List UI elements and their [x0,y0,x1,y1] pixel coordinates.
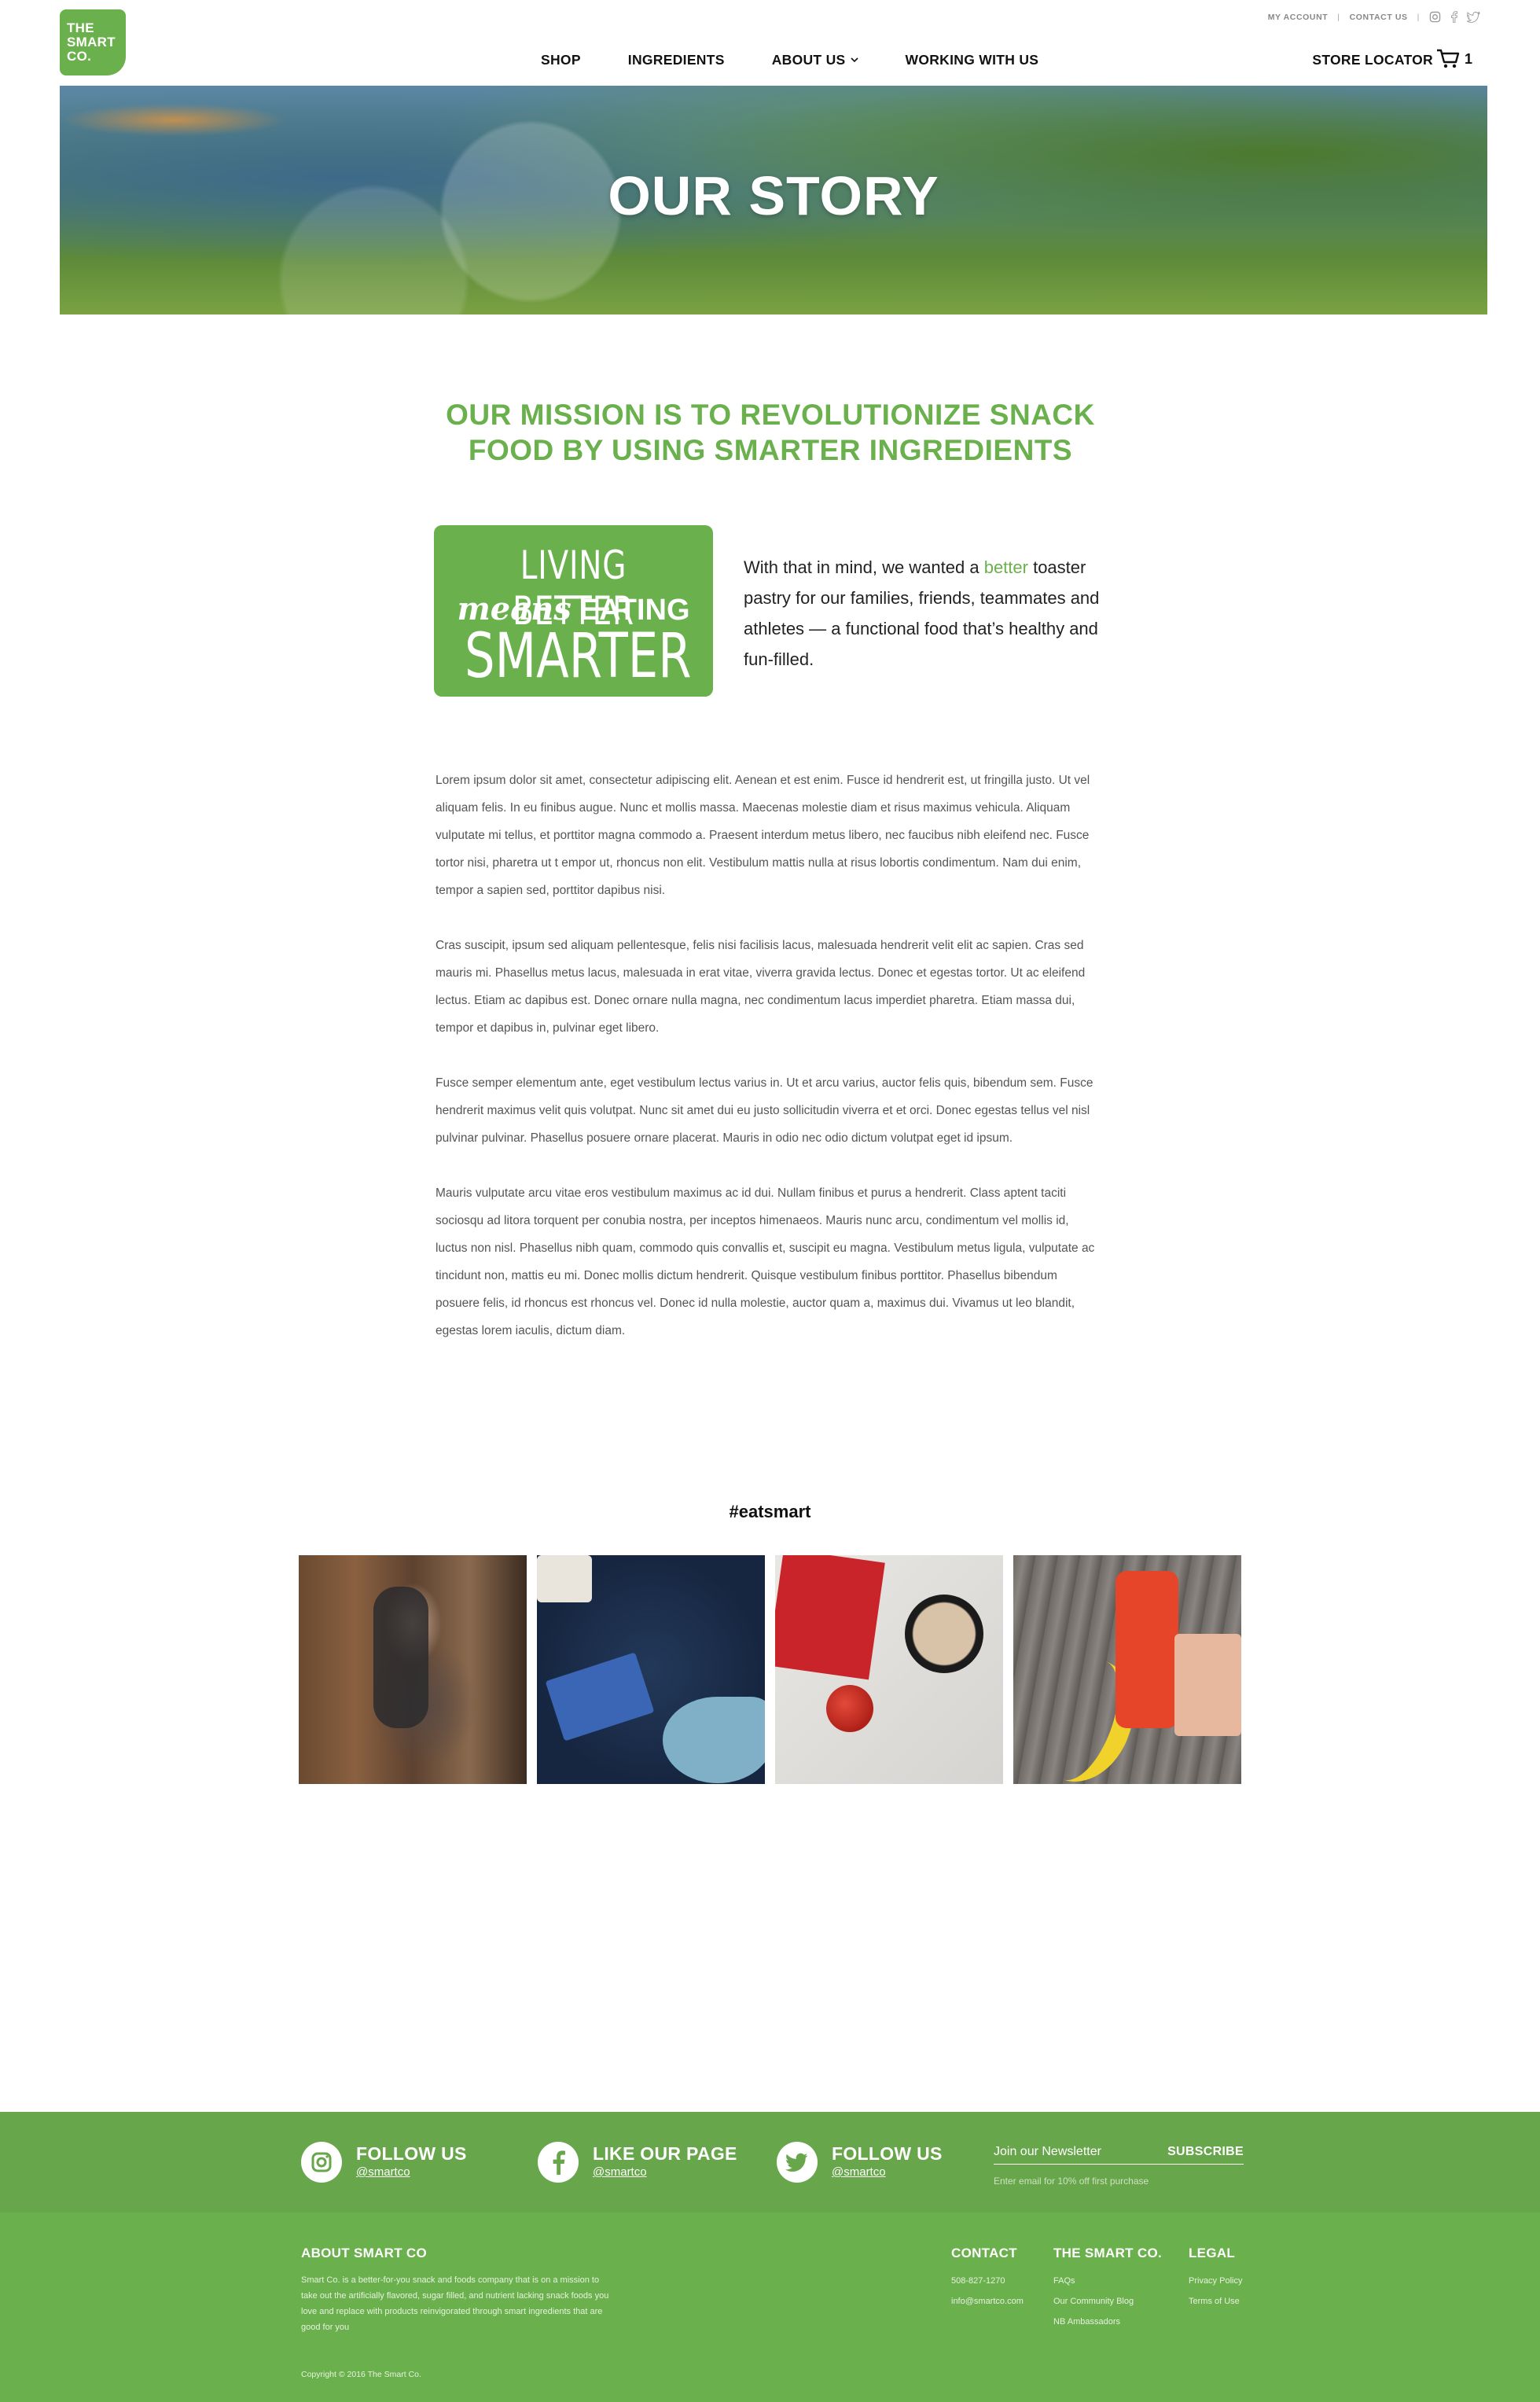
facebook-icon[interactable] [1450,11,1457,23]
footer: ABOUT SMART CO Smart Co. is a better-for… [0,2213,1540,2402]
newsletter-note: Enter email for 10% off first purchase [994,2176,1149,2187]
nav-working-with-us[interactable]: WORKING WITH US [906,52,1039,68]
nav-ingredients[interactable]: INGREDIENTS [628,52,725,68]
social-twitter[interactable]: FOLLOW US @smartco [777,2142,943,2183]
social-facebook[interactable]: LIKE OUR PAGE @smartco [538,2142,737,2183]
footer-link-privacy[interactable]: Privacy Policy [1189,2271,1242,2291]
instagram-photo-smart-tarts-flatlay[interactable] [537,1555,765,1784]
story-paragraph: Mauris vulputate arcu vitae eros vestibu… [436,1186,1095,1337]
hero-banner: OUR STORY [60,86,1487,315]
mission-heading: OUR MISSION IS TO REVOLUTIONIZE SNACK FO… [377,397,1163,468]
footer-about-text: Smart Co. is a better-for-you snack and … [301,2275,609,2332]
page-title: OUR STORY [608,165,939,226]
store-locator-link[interactable]: STORE LOCATOR [1312,52,1433,68]
newsletter-form: Join our Newsletter SUBSCRIBE Enter emai… [994,2145,1244,2187]
social-handle[interactable]: @smartco [832,2164,943,2181]
footer-link-terms[interactable]: Terms of Use [1189,2291,1242,2312]
twitter-icon[interactable] [1467,11,1480,23]
instagram-photo-banana-bottle[interactable] [1013,1555,1241,1784]
cart-icon [1436,49,1460,68]
nav-about-us[interactable]: ABOUT US [772,52,858,68]
logo-line-3: CO. [67,49,92,64]
facebook-icon [538,2142,579,2183]
instagram-gallery [299,1555,1241,1784]
copyright: Copyright © 2016 The Smart Co. [301,2370,421,2379]
social-handle[interactable]: @smartco [356,2164,467,2181]
subscribe-button[interactable]: SUBSCRIBE [1167,2145,1244,2159]
mission-line-1: OUR MISSION IS TO REVOLUTIONIZE SNACK [446,399,1095,431]
contact-us-link[interactable]: CONTACT US [1350,13,1408,22]
story-paragraph: Lorem ipsum dolor sit amet, consectetur … [436,774,1090,897]
story-paragraph: Cras suscipit, ipsum sed aliquam pellent… [436,939,1086,1035]
nav-about-us-label: ABOUT US [771,52,846,68]
footer-legal-title: LEGAL [1189,2246,1236,2260]
story-paragraph: Fusce semper elementum ante, eget vestib… [436,1076,1093,1145]
utility-nav: MY ACCOUNT | CONTACT US | [1268,11,1480,23]
footer-link-faqs[interactable]: FAQs [1053,2271,1162,2291]
footer-link-ambassadors[interactable]: NB Ambassadors [1053,2312,1162,2332]
social-handle[interactable]: @smartco [593,2164,737,2181]
cart-button[interactable]: 1 [1436,49,1472,69]
footer-social-bar: FOLLOW US @smartco LIKE OUR PAGE @smartc… [0,2112,1540,2213]
badge-line-3: SMARTER [465,621,692,692]
footer-phone[interactable]: 508-827-1270 [951,2271,1024,2291]
intro-highlight: better [983,557,1028,577]
instagram-photo-family[interactable] [299,1555,527,1784]
brand-logo[interactable]: THE SMART CO. [60,9,126,75]
social-title: FOLLOW US [832,2143,943,2164]
footer-legal: LEGAL Privacy Policy Terms of Use [1189,2246,1242,2312]
instagram-icon[interactable] [1429,11,1441,23]
logo-line-1: THE [67,20,94,35]
footer-email[interactable]: info@smartco.com [951,2291,1024,2312]
nav-separator: | [1337,12,1340,22]
footer-about-title: ABOUT SMART CO [301,2246,428,2260]
cart-count: 1 [1464,50,1472,67]
instagram-hashtag: #eatsmart [729,1502,811,1521]
intro-before: With that in mind, we wanted a [744,557,984,577]
main-nav: SHOP INGREDIENTS ABOUT US WORKING WITH U… [541,52,1038,68]
footer-company: THE SMART CO. FAQs Our Community Blog NB… [1053,2246,1162,2332]
nav-shop[interactable]: SHOP [541,52,581,68]
logo-line-2: SMART [67,35,116,50]
instagram-icon [301,2142,342,2183]
intro-text: With that in mind, we wanted a better to… [744,552,1113,675]
story-body: Lorem ipsum dolor sit amet, consectetur … [436,767,1102,1372]
instagram-photo-tart-coffee[interactable] [775,1555,1003,1784]
my-account-link[interactable]: MY ACCOUNT [1268,13,1329,22]
footer-contact-title: CONTACT [951,2246,1017,2260]
nav-separator: | [1417,12,1420,22]
twitter-icon [777,2142,818,2183]
footer-about: ABOUT SMART CO Smart Co. is a better-for… [301,2246,616,2335]
social-title: LIKE OUR PAGE [593,2143,737,2164]
newsletter-email-input[interactable]: Join our Newsletter [994,2145,1101,2159]
mission-line-2: FOOD BY USING SMARTER INGREDIENTS [468,434,1073,466]
social-title: FOLLOW US [356,2143,467,2164]
chevron-down-icon [850,57,858,63]
social-instagram[interactable]: FOLLOW US @smartco [301,2142,467,2183]
footer-link-blog[interactable]: Our Community Blog [1053,2291,1162,2312]
living-better-badge: LIVING BETTER means EATING SMARTER [434,525,713,697]
footer-contact: CONTACT 508-827-1270 info@smartco.com [951,2246,1024,2312]
footer-company-title: THE SMART CO. [1053,2246,1163,2260]
